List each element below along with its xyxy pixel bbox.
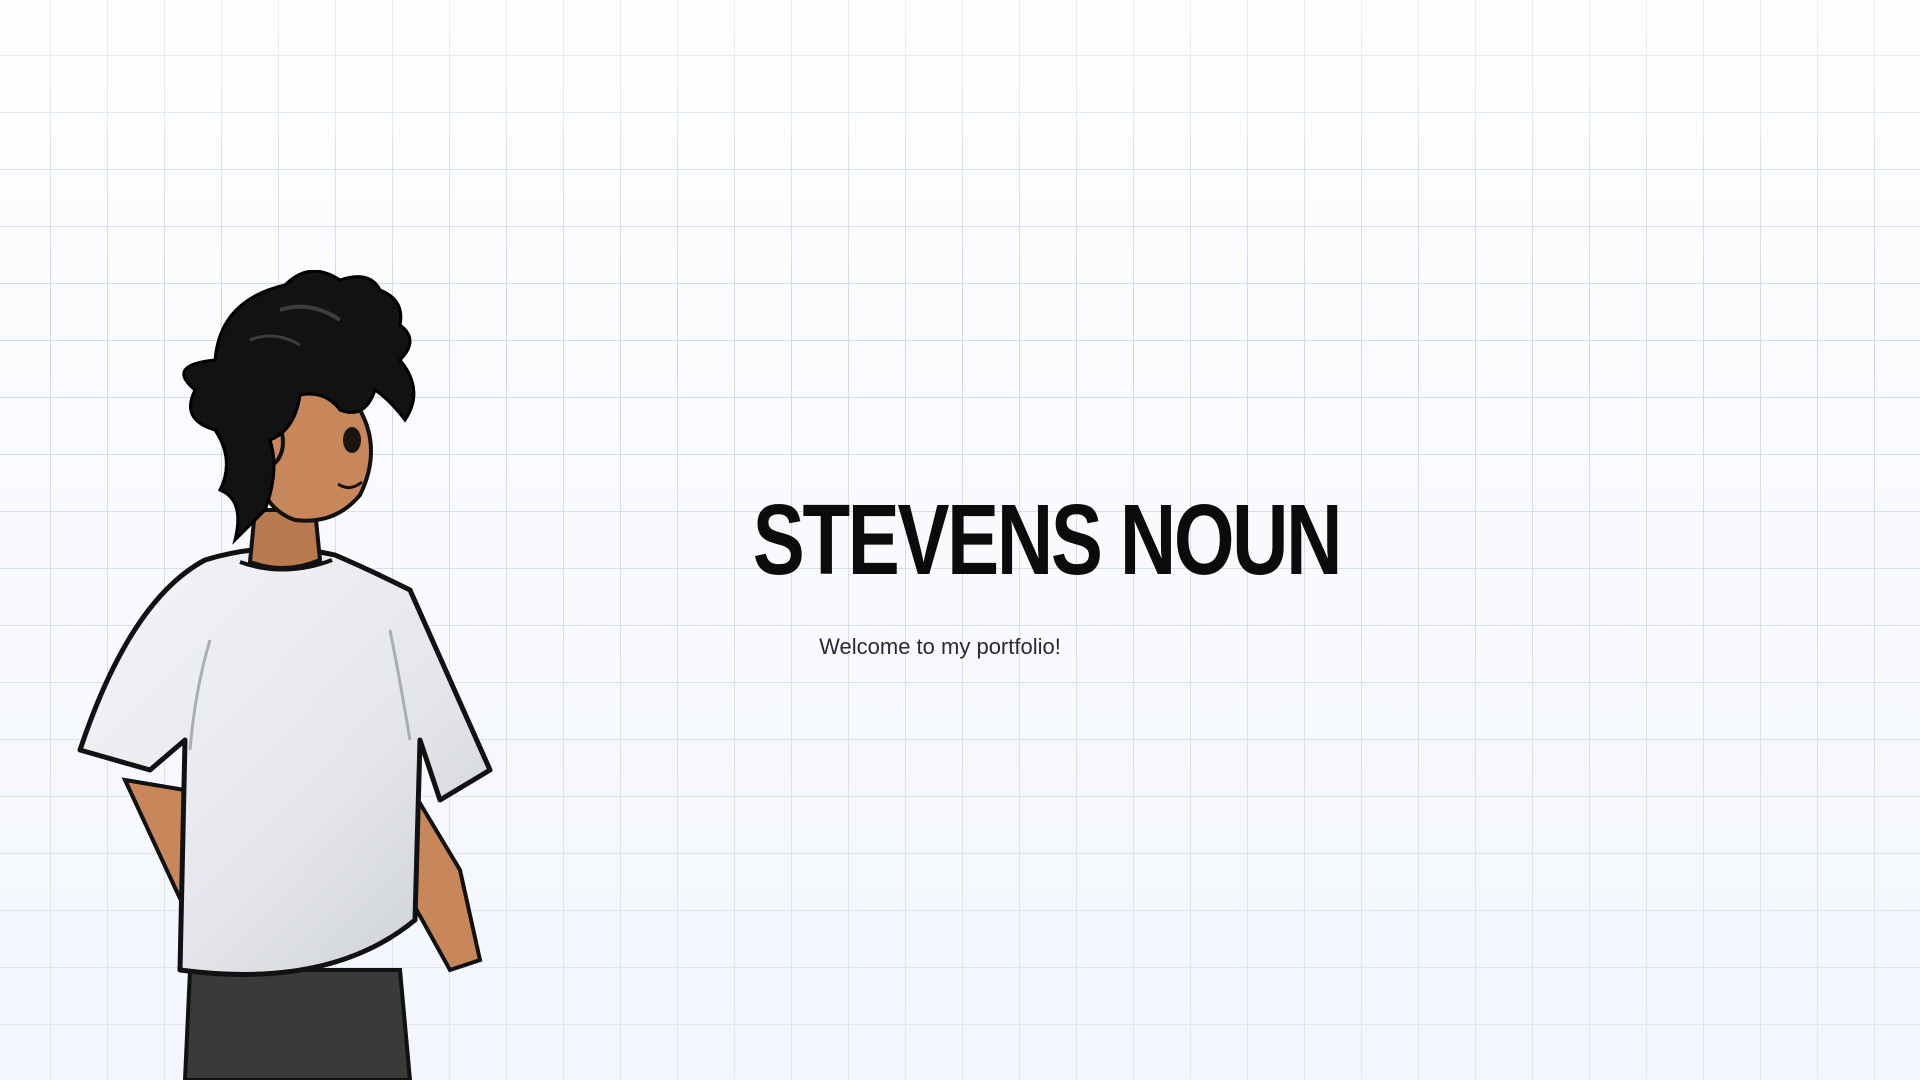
hero-section: STEVENS NOUN Welcome to my portfolio!: [0, 0, 1920, 1080]
anime-character-illustration: [70, 270, 540, 1080]
page-title: STEVENS NOUN: [752, 484, 1343, 596]
welcome-tagline: Welcome to my portfolio!: [819, 634, 1061, 659]
character-icon: [77, 270, 493, 1080]
